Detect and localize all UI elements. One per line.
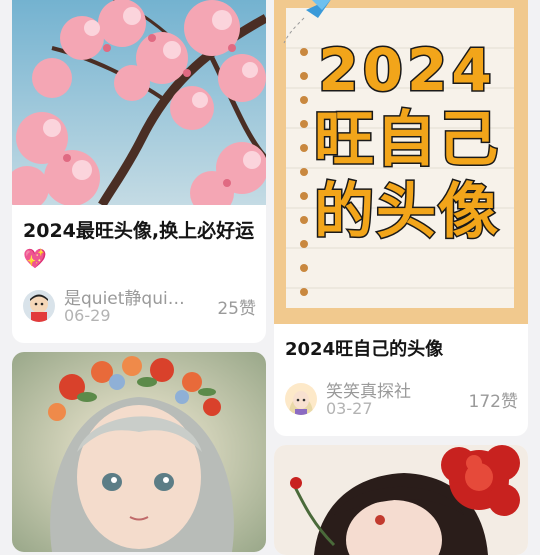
card-image-notebook-poster[interactable]: 2024 旺自己 的头像: [274, 0, 528, 324]
card-meta: 是quiet静qui… 06-29 25赞: [23, 288, 256, 330]
poster-line-1: 2024: [317, 35, 496, 106]
card-meta: 笑笑真探社 03-27 172赞: [285, 381, 518, 423]
post-date: 03-27: [326, 399, 373, 418]
card-image-cherry-blossom[interactable]: [12, 0, 266, 205]
like-count[interactable]: 25赞: [217, 294, 256, 319]
card-title[interactable]: 2024旺自己的头像: [285, 336, 518, 364]
author-avatar[interactable]: [23, 290, 55, 322]
author-avatar[interactable]: [285, 383, 317, 415]
poster-line-2: 旺自己: [313, 104, 500, 177]
feed-card[interactable]: 2024 旺自己 的头像 2024旺自己的头像 笑笑真探社 03-27 172赞: [274, 0, 528, 436]
card-title[interactable]: 2024最旺头像,换上必好运💖: [23, 217, 256, 273]
post-date: 06-29: [64, 306, 111, 325]
feed-card[interactable]: [12, 352, 266, 552]
feed-card[interactable]: 2024最旺头像,换上必好运💖 是quiet静qui… 06-29 25赞: [12, 0, 266, 343]
like-count[interactable]: 172赞: [469, 387, 518, 412]
card-image-flower-crown-girl[interactable]: [12, 352, 266, 552]
card-image-peony-girl[interactable]: [274, 445, 528, 555]
feed-card[interactable]: [274, 445, 528, 555]
poster-line-3: 的头像: [313, 176, 500, 249]
poster-text: 2024 旺自己 的头像: [294, 35, 520, 249]
